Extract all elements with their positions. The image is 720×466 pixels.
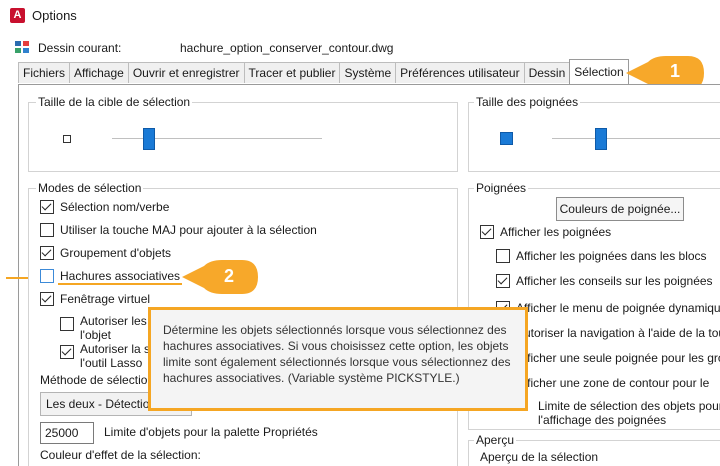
window-method-label: Méthode de sélection (40, 373, 155, 387)
pickbox-size-group (28, 102, 458, 172)
single-grip-option[interactable]: Afficher une seule poignée pour les grou (496, 351, 720, 365)
single-grip-label: Afficher une seule poignée pour les grou (516, 351, 720, 365)
pickbox-slider-thumb[interactable] (143, 128, 155, 150)
dynamic-grip-menu-label: Afficher le menu de poignée dynamique (516, 301, 720, 315)
grips-in-blocks-label: Afficher les poignées dans les blocs (516, 249, 707, 263)
tab-system[interactable]: Système (339, 62, 397, 83)
noun-verb-option[interactable]: Sélection nom/verbe (40, 200, 169, 214)
assoc-hatch-option[interactable]: Hachures associatives (40, 269, 180, 283)
show-grips-checkbox[interactable] (480, 225, 494, 239)
options-tabs: Fichiers Affichage Ouvrir et enregistrer… (18, 59, 629, 84)
assoc-hatch-left-marker (6, 277, 28, 279)
object-grouping-label: Groupement d'objets (60, 246, 172, 260)
grip-object-limit-label: Limite de sélection des objets pour l'aff… (538, 399, 720, 427)
grip-preview-icon (500, 132, 513, 145)
shift-add-option[interactable]: Utiliser la touche MAJ pour ajouter à la… (40, 223, 317, 237)
object-limit-label: Limite d'objets pour la palette Propriét… (104, 425, 318, 439)
drawing-file-icon (15, 41, 29, 53)
window-title: Options (32, 8, 77, 23)
callout-1-number: 1 (669, 61, 680, 81)
selection-preview-label: Aperçu de la sélection (480, 450, 599, 464)
bounding-box-label: Afficher une zone de contour pour le (516, 376, 710, 390)
shift-add-checkbox[interactable] (40, 223, 54, 237)
object-grouping-checkbox[interactable] (40, 246, 54, 260)
noun-verb-checkbox[interactable] (40, 200, 54, 214)
implied-window-label: Fenêtrage virtuel (60, 292, 151, 306)
current-drawing-file: hachure_option_conserver_contour.dwg (180, 41, 394, 55)
implied-window-checkbox[interactable] (40, 292, 54, 306)
noun-verb-label: Sélection nom/verbe (60, 200, 170, 214)
pickbox-preview-icon (63, 135, 71, 143)
tab-user-preferences[interactable]: Préférences utilisateur (395, 62, 525, 83)
preview-label: Aperçu (474, 433, 517, 447)
grip-size-slider-track[interactable] (552, 138, 720, 139)
effect-color-label: Couleur d'effet de la sélection: (40, 448, 201, 462)
lasso-label: Autoriser la se l'outil Lasso (80, 342, 157, 370)
current-drawing-label: Dessin courant: (38, 41, 122, 55)
tab-drafting[interactable]: Dessin (523, 62, 571, 83)
grip-tips-option[interactable]: Afficher les conseils sur les poignées (496, 274, 713, 288)
object-limit-input[interactable]: 25000 (40, 422, 94, 444)
press-drag-option[interactable]: Autoriser les a l'objet (60, 314, 157, 342)
grip-tips-label: Afficher les conseils sur les poignées (516, 274, 713, 288)
ctrl-cycle-label: Autoriser la navigation à l'aide de la t… (516, 326, 720, 340)
grips-in-blocks-option[interactable]: Afficher les poignées dans les blocs (496, 249, 707, 263)
assoc-hatch-checkbox[interactable] (40, 269, 54, 283)
grip-tips-checkbox[interactable] (496, 274, 510, 288)
tab-display[interactable]: Affichage (69, 62, 129, 83)
window-method-value: Les deux - Détection (46, 397, 157, 411)
press-drag-label: Autoriser les a l'objet (80, 314, 157, 342)
lasso-option[interactable]: Autoriser la se l'outil Lasso (60, 342, 157, 370)
pickbox-size-label: Taille de la cible de sélection (36, 95, 193, 109)
title-bar (0, 0, 720, 32)
grip-size-slider-thumb[interactable] (595, 128, 607, 150)
shift-add-label: Utiliser la touche MAJ pour ajouter à la… (60, 223, 317, 237)
grips-in-blocks-checkbox[interactable] (496, 249, 510, 263)
implied-window-option[interactable]: Fenêtrage virtuel (40, 292, 150, 306)
show-grips-label: Afficher les poignées (500, 225, 612, 239)
grip-size-label: Taille des poignées (474, 95, 581, 109)
show-grips-option[interactable]: Afficher les poignées (480, 225, 611, 239)
grip-colors-button[interactable]: Couleurs de poignée... (556, 197, 684, 221)
ctrl-cycle-option[interactable]: Autoriser la navigation à l'aide de la t… (496, 326, 720, 340)
press-drag-checkbox[interactable] (60, 317, 74, 331)
autocad-app-icon: A (10, 8, 25, 23)
object-limit-value: 25000 (45, 426, 79, 440)
callout-2-number: 2 (223, 266, 234, 286)
selection-modes-label: Modes de sélection (36, 181, 144, 195)
assoc-hatch-tooltip: Détermine les objets sélectionnés lorsqu… (148, 307, 528, 411)
dynamic-grip-menu-option[interactable]: Afficher le menu de poignée dynamique (496, 301, 720, 315)
assoc-hatch-highlight-underline (58, 283, 182, 285)
assoc-hatch-label: Hachures associatives (60, 269, 181, 283)
tab-selection[interactable]: Sélection (569, 59, 629, 84)
object-grouping-option[interactable]: Groupement d'objets (40, 246, 171, 260)
tab-plot-publish[interactable]: Tracer et publier (243, 62, 341, 83)
tab-open-save[interactable]: Ouvrir et enregistrer (127, 62, 245, 83)
lasso-checkbox[interactable] (60, 345, 74, 359)
tab-files[interactable]: Fichiers (18, 62, 71, 83)
grips-label: Poignées (474, 181, 529, 195)
